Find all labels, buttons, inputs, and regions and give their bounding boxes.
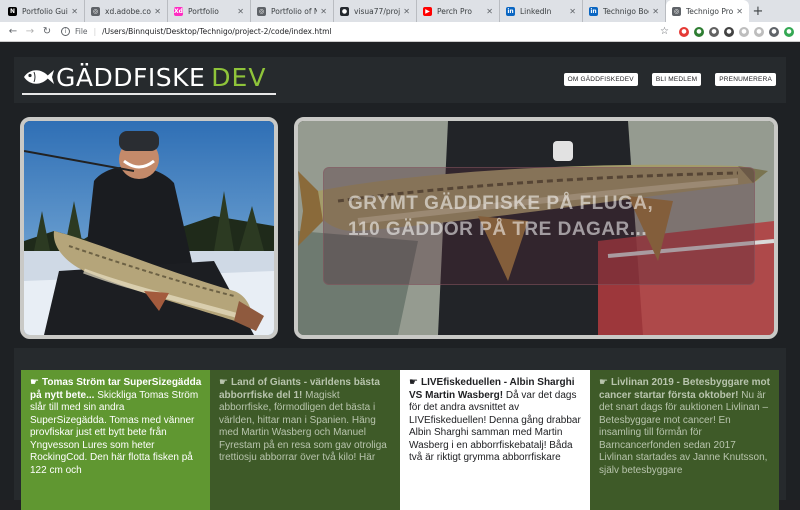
notion-icon: N (8, 6, 17, 16)
hand-pointer-icon: ☛ (30, 377, 39, 388)
browser-tab-title: visua77/project (354, 6, 401, 16)
fish-logo-icon (24, 70, 54, 84)
browser-tab[interactable]: in Technigo Boo ✕ (583, 0, 666, 22)
site-logo[interactable]: GÄDDFISKE DEV (22, 61, 276, 95)
close-tab-icon[interactable]: ✕ (403, 7, 410, 16)
logo-text: GÄDDFISKE (56, 62, 206, 92)
hero-photo-pike-boat[interactable]: GRYMT GÄDDFISKE PÅ FLUGA, 110 GÄDDOR PÅ … (294, 117, 778, 339)
globe-icon: ◎ (672, 6, 681, 16)
close-tab-icon[interactable]: ✕ (237, 7, 244, 16)
close-tab-icon[interactable]: ✕ (320, 7, 327, 16)
close-tab-icon[interactable]: ✕ (154, 7, 161, 16)
nav-member-button[interactable]: BLI MEDLEM (651, 73, 702, 86)
browser-tab-title: Perch Pro (437, 6, 472, 16)
browser-tab-title: Portfolio (188, 6, 219, 16)
tab-strip: NPortfolio Guide✕◎xd.adobe.com✕XdPortfol… (0, 0, 800, 22)
news-cards: ☛ Tomas Ström tar SuperSizegädda på nytt … (14, 348, 786, 510)
url-separator: | (93, 27, 97, 36)
extension-icon[interactable]: ● (739, 26, 749, 37)
globe-icon: ◎ (257, 6, 266, 16)
github-icon: ● (340, 6, 349, 16)
close-tab-icon[interactable]: ✕ (71, 7, 78, 16)
logo-accent-text: DEV (211, 62, 267, 92)
close-tab-icon[interactable]: ✕ (569, 7, 576, 16)
browser-tab[interactable]: in LinkedIn ✕ (500, 0, 583, 22)
browser-tab-title: Portfolio Guide (22, 6, 68, 16)
forward-icon[interactable]: → (23, 26, 37, 37)
hero-photo-pike-winter[interactable] (20, 117, 278, 339)
browser-tab-title: LinkedIn (520, 6, 552, 16)
url-text: /Users/Binnquist/Desktop/Technigo/projec… (102, 27, 332, 36)
globe-icon: ◎ (91, 6, 100, 16)
browser-tab[interactable]: ◎ xd.adobe.com✕ (85, 0, 168, 22)
hand-pointer-icon: ☛ (409, 377, 418, 388)
microphone-icon[interactable]: ● (709, 26, 719, 37)
update-icon[interactable]: ● (784, 26, 794, 37)
browser-tab-title: Portfolio of Nic (271, 6, 317, 16)
hand-pointer-icon: ☛ (599, 377, 608, 388)
browser-tab[interactable]: N Portfolio Guide✕ (2, 0, 85, 22)
extensions-bar: ● ● ● ● ● ● ● ● (679, 26, 794, 37)
nav-subscribe-button[interactable]: PRENUMERERA (715, 73, 776, 86)
browser-tab[interactable]: ▶ Perch Pro ✕ (417, 0, 500, 22)
browser-tab-title: Technigo Pro (686, 6, 734, 16)
url-scheme: File (75, 27, 88, 36)
browser-chrome: NPortfolio Guide✕◎xd.adobe.com✕XdPortfol… (0, 0, 800, 42)
extension-icon[interactable]: ● (754, 26, 764, 37)
browser-tab[interactable]: ● visua77/project✕ (334, 0, 417, 22)
news-card[interactable]: ☛ Tomas Ström tar SuperSizegädda på nytt … (21, 370, 210, 510)
web-page: GÄDDFISKE DEV OM GÄDDFISKEDEV BLI MEDLEM… (0, 43, 800, 510)
youtube-icon: ▶ (423, 6, 432, 16)
nav-about-button[interactable]: OM GÄDDFISKEDEV (563, 73, 638, 86)
news-card-body: Skickliga Tomas Ström slår till med sin … (30, 389, 199, 476)
site-header: GÄDDFISKE DEV OM GÄDDFISKEDEV BLI MEDLEM… (14, 57, 786, 103)
linkedin-icon: in (589, 6, 598, 16)
browser-tab[interactable]: Xd Portfolio ✕ (168, 0, 251, 22)
hero-caption[interactable]: GRYMT GÄDDFISKE PÅ FLUGA, 110 GÄDDOR PÅ … (348, 191, 718, 243)
extension-icon[interactable]: ● (694, 26, 704, 37)
news-card[interactable]: ☛ LIVEfiskeduellen - Albin Sharghi VS Mar… (400, 370, 590, 510)
info-icon[interactable]: i (61, 27, 70, 36)
news-card[interactable]: ☛ Land of Giants - världens bästa abborrf… (210, 370, 400, 510)
linkedin-icon: in (506, 6, 515, 16)
address-bar: ← → ↻ i File | /Users/Binnquist/Desktop/… (0, 22, 800, 42)
new-tab-button[interactable]: + (749, 0, 767, 22)
browser-tab-title: xd.adobe.com (105, 6, 151, 16)
close-tab-icon[interactable]: ✕ (736, 7, 743, 16)
browser-tab-title: Technigo Boo (603, 6, 650, 16)
bookmark-star-icon[interactable]: ☆ (660, 26, 669, 37)
main-nav: OM GÄDDFISKEDEV BLI MEDLEM PRENUMERERA (563, 73, 776, 86)
pike-winter-photo (24, 121, 274, 335)
news-card-title: Land of Giants - världens bästa abborrfi… (219, 377, 380, 401)
close-tab-icon[interactable]: ✕ (486, 7, 493, 16)
back-icon[interactable]: ← (6, 26, 20, 37)
extension-icon[interactable]: ● (679, 26, 689, 37)
browser-tab[interactable]: ◎ Technigo Pro ✕ (666, 0, 749, 22)
hand-pointer-icon: ☛ (219, 377, 228, 388)
news-card[interactable]: ☛ Livlinan 2019 - Betesbyggare mot cancer… (590, 370, 779, 510)
profile-avatar-icon[interactable]: ● (769, 26, 779, 37)
browser-tab[interactable]: ◎ Portfolio of Nic✕ (251, 0, 334, 22)
adobe-xd-icon: Xd (174, 6, 183, 16)
news-card-body: Nu är det snart dags för auktionen Livli… (599, 389, 768, 476)
close-tab-icon[interactable]: ✕ (652, 7, 659, 16)
reload-icon[interactable]: ↻ (40, 26, 54, 37)
hero-caption-line-1: GRYMT GÄDDFISKE PÅ FLUGA, (348, 193, 654, 214)
hero-caption-line-2: 110 GÄDDOR PÅ TRE DAGAR... (348, 219, 648, 240)
url-field[interactable]: i File | /Users/Binnquist/Desktop/Techni… (61, 24, 660, 39)
eyedropper-icon[interactable]: ● (724, 26, 734, 37)
